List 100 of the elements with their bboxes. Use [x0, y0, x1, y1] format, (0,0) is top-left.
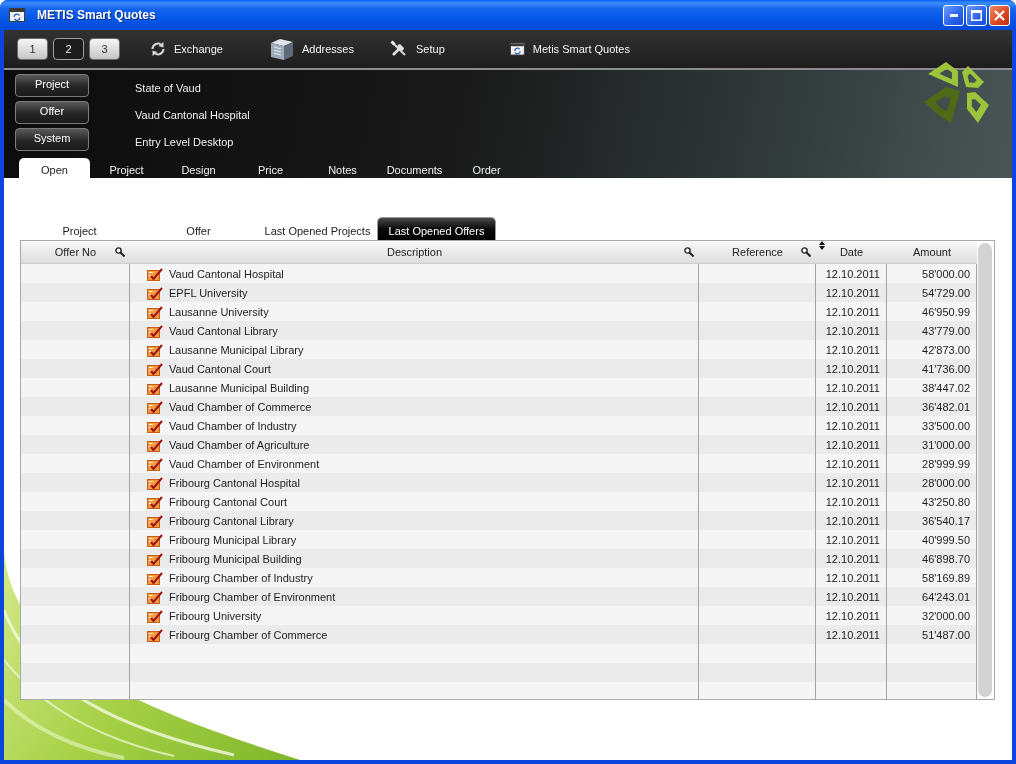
app-window-icon [9, 8, 25, 22]
document-tick-icon [147, 304, 163, 319]
offer-description: Fribourg Municipal Building [169, 552, 302, 565]
column-header[interactable]: Offer No [21, 241, 130, 263]
toolbar-button[interactable]: Exchange [150, 38, 270, 60]
table-row[interactable]: Fribourg Cantonal Hospital 12.10.2011 28'000.00 [21, 473, 977, 492]
table-row[interactable]: Vaud Chamber of Industry 12.10.2011 33'500.00 [21, 416, 977, 435]
offer-description: Vaud Chamber of Environment [169, 457, 320, 470]
building-icon [270, 38, 294, 60]
tab[interactable]: Notes [307, 158, 378, 178]
context-value: Entry Level Desktop [135, 135, 234, 148]
tab[interactable]: Last Opened Offers [377, 217, 496, 240]
toolbar-button[interactable]: Metis Smart Quotes [510, 38, 630, 60]
table-row[interactable]: Vaud Cantonal Library 12.10.2011 43'779.00 [21, 321, 977, 340]
offer-description: Fribourg Cantonal Court [169, 495, 287, 508]
offer-description: EPFL University [169, 286, 248, 299]
offer-description: Lausanne Municipal Library [169, 343, 304, 356]
table-row[interactable]: Fribourg Cantonal Court 12.10.2011 43'250.80 [21, 492, 977, 511]
column-header[interactable]: Date [816, 241, 887, 263]
table-row[interactable]: Vaud Chamber of Agriculture 12.10.2011 31'000.00 [21, 435, 977, 454]
table-row[interactable]: Lausanne University 12.10.2011 46'950.99 [21, 302, 977, 321]
document-tick-icon [147, 285, 163, 300]
document-tick-icon [147, 342, 163, 357]
document-tick-icon [147, 437, 163, 452]
document-tick-icon [147, 494, 163, 509]
offer-description: Vaud Chamber of Agriculture [169, 438, 310, 451]
window-title: METIS Smart Quotes [37, 8, 157, 22]
close-button[interactable] [989, 4, 1010, 26]
offer-description: Vaud Cantonal Hospital [169, 267, 284, 280]
offer-description: Vaud Cantonal Library [169, 324, 278, 337]
page-button[interactable]: 3 [89, 38, 120, 60]
context-value: State of Vaud [135, 81, 201, 94]
offer-description: Fribourg Chamber of Commerce [169, 628, 328, 641]
table-row[interactable]: Fribourg Chamber of Industry 12.10.2011 58'169.89 [21, 568, 977, 587]
table-row[interactable]: Lausanne Municipal Library 12.10.2011 42'873.00 [21, 340, 977, 359]
document-tick-icon [147, 418, 163, 433]
tab[interactable]: Price [235, 158, 306, 178]
tab[interactable]: Design [163, 158, 234, 178]
offer-description: Fribourg University [169, 609, 262, 622]
tools-icon [390, 40, 408, 58]
table-row[interactable]: Fribourg Municipal Library 12.10.2011 40'999.50 [21, 530, 977, 549]
document-tick-icon [147, 570, 163, 585]
table-row[interactable]: Fribourg Municipal Building 12.10.2011 46'898.70 [21, 549, 977, 568]
document-tick-icon [147, 399, 163, 414]
document-tick-icon [147, 475, 163, 490]
column-header[interactable]: Reference [699, 241, 816, 263]
offer-description: Fribourg Cantonal Library [169, 514, 294, 527]
section-button[interactable]: Offer [15, 101, 89, 124]
tab[interactable]: Offer [139, 217, 258, 240]
table-row[interactable]: Fribourg Chamber of Environment 12.10.2011 64'243.01 [21, 587, 977, 606]
scrollbar-thumb[interactable] [978, 243, 992, 697]
column-header[interactable]: Amount [887, 241, 977, 263]
offer-description: Lausanne University [169, 305, 269, 318]
app-window-icon [510, 42, 525, 56]
table-row[interactable]: Fribourg University 12.10.2011 32'000.00 [21, 606, 977, 625]
table-row[interactable]: Fribourg Cantonal Library 12.10.2011 36'540.17 [21, 511, 977, 530]
document-tick-icon [147, 513, 163, 528]
context-value: Vaud Cantonal Hospital [135, 108, 250, 121]
document-tick-icon [147, 380, 163, 395]
tab[interactable]: Project [91, 158, 162, 178]
document-tick-icon [147, 266, 163, 281]
document-tick-icon [147, 456, 163, 471]
table-row[interactable]: Vaud Chamber of Commerce 12.10.2011 36'482.01 [21, 397, 977, 416]
table-row[interactable]: EPFL University 12.10.2011 54'729.00 [21, 283, 977, 302]
offer-description: Vaud Chamber of Commerce [169, 400, 312, 413]
toolbar-button[interactable]: Setup [390, 38, 510, 60]
offer-description: Fribourg Cantonal Hospital [169, 476, 300, 489]
maximize-button[interactable] [966, 4, 987, 26]
offer-description: Lausanne Municipal Building [169, 381, 310, 394]
offer-description: Fribourg Municipal Library [169, 533, 297, 546]
document-tick-icon [147, 323, 163, 338]
column-header[interactable]: Description [130, 241, 699, 263]
page-button[interactable]: 2 [53, 38, 84, 60]
section-button[interactable]: System [15, 128, 89, 151]
tab[interactable]: Documents [379, 158, 450, 178]
table-row[interactable]: Vaud Cantonal Hospital 12.10.2011 58'000.00 [21, 264, 977, 283]
tab[interactable]: Order [451, 158, 522, 178]
minimize-button[interactable] [943, 4, 964, 26]
tab[interactable]: Open [19, 158, 90, 178]
document-tick-icon [147, 361, 163, 376]
maximize-icon [971, 9, 982, 21]
page-button[interactable]: 1 [17, 38, 48, 60]
table-row[interactable]: Fribourg Chamber of Commerce 12.10.2011 51'487.00 [21, 625, 977, 644]
offer-description: Fribourg Chamber of Industry [169, 571, 313, 584]
table-row[interactable]: Vaud Chamber of Environment 12.10.2011 28'999.99 [21, 454, 977, 473]
section-button[interactable]: Project [15, 74, 89, 97]
clover-logo [924, 62, 990, 124]
minimize-icon [949, 13, 958, 17]
table-row[interactable]: Vaud Cantonal Court 12.10.2011 41'736.00 [21, 359, 977, 378]
tab[interactable]: Project [20, 217, 139, 240]
offer-description: Vaud Chamber of Industry [169, 419, 297, 432]
document-tick-icon [147, 608, 163, 623]
offer-description: Fribourg Chamber of Environment [169, 590, 336, 603]
tab[interactable]: Last Opened Projects [258, 217, 377, 240]
toolbar-button[interactable]: Addresses [270, 38, 390, 60]
document-tick-icon [147, 551, 163, 566]
document-tick-icon [147, 627, 163, 642]
table-row[interactable]: Lausanne Municipal Building 12.10.2011 38'447.02 [21, 378, 977, 397]
close-icon [994, 9, 1005, 21]
document-tick-icon [147, 589, 163, 604]
